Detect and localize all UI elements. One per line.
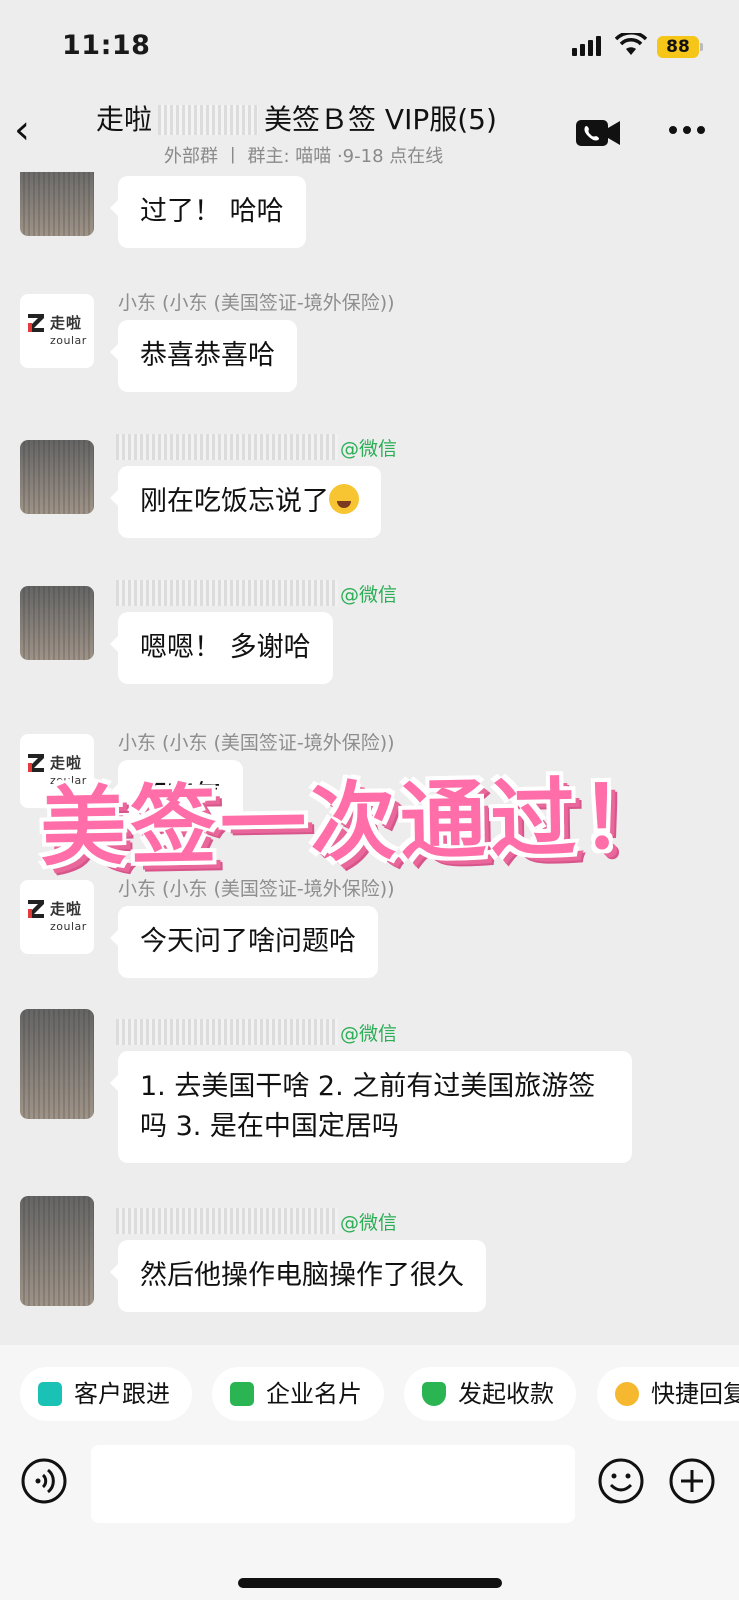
- followup-icon: [38, 1382, 62, 1406]
- message-bubble[interactable]: 嗯嗯！ 多谢哈: [110, 612, 333, 684]
- quick-action-label: 客户跟进: [74, 1380, 170, 1408]
- quick-reply-icon: [615, 1382, 639, 1406]
- chat-header: ‹ 走啦 美签Ｂ签 VIP服(5) 外部群 丨 群主: 喵喵 ·9-18 点在线: [0, 90, 739, 172]
- battery-indicator: 88: [657, 36, 699, 58]
- sender-name: 小东 (小东 (美国签证-境外保险)): [118, 292, 395, 314]
- back-icon[interactable]: ‹: [14, 110, 30, 150]
- avatar[interactable]: 走啦 zoular: [20, 294, 94, 368]
- wechat-tag: @微信: [340, 584, 398, 606]
- home-indicator: [238, 1578, 502, 1588]
- message-bubble[interactable]: 过了！ 哈哈: [110, 176, 306, 248]
- message-bubble[interactable]: 刚在吃饭忘说了: [110, 466, 381, 538]
- message-bubble[interactable]: 恭喜恭喜哈: [110, 320, 297, 392]
- sender-name: 小东 (小东 (美国签证-境外保险)): [118, 732, 395, 754]
- battery-tip: [700, 43, 703, 51]
- quick-action-bar[interactable]: 客户跟进 企业名片 发起收款 快捷回复: [0, 1345, 739, 1435]
- wechat-tag: @微信: [340, 1023, 398, 1045]
- wechat-tag: @微信: [340, 438, 398, 460]
- zoular-logo-icon: [28, 314, 44, 332]
- voice-input-icon[interactable]: [20, 1457, 68, 1505]
- chat-subtitle: 外部群 丨 群主: 喵喵 ·9-18 点在线: [164, 146, 444, 167]
- message-bubble[interactable]: 然后他操作电脑操作了很久: [110, 1240, 486, 1312]
- title-suffix: 美签Ｂ签 VIP服(5): [264, 103, 497, 136]
- status-time: 11:18: [62, 30, 151, 61]
- signal-icon: [572, 36, 601, 56]
- wechat-tag: @微信: [340, 1212, 398, 1234]
- chat-title: 走啦 美签Ｂ签 VIP服(5): [96, 98, 497, 138]
- status-bar: 11:18 88: [0, 0, 739, 90]
- emoji-icon[interactable]: [597, 1457, 645, 1505]
- quick-action-request-payment[interactable]: 发起收款: [404, 1367, 576, 1421]
- input-bar: [0, 1435, 739, 1600]
- quick-action-quick-reply[interactable]: 快捷回复: [597, 1367, 739, 1421]
- zoular-logo-icon: [28, 900, 44, 918]
- quick-action-label: 发起收款: [458, 1380, 554, 1408]
- message-bubble[interactable]: 1. 去美国干啥 2. 之前有过美国旅游签吗 3. 是在中国定居吗: [110, 1051, 632, 1163]
- avatar[interactable]: [20, 1196, 94, 1306]
- avatar[interactable]: [20, 1009, 94, 1119]
- logo-en: zoular: [50, 920, 87, 933]
- plus-icon[interactable]: [668, 1457, 716, 1505]
- laugh-emoji-icon: [329, 484, 359, 514]
- title-redacted: [158, 105, 259, 135]
- message-text: 刚在吃饭忘说了: [140, 486, 329, 517]
- avatar[interactable]: [20, 440, 94, 514]
- avatar[interactable]: 走啦 zoular: [20, 880, 94, 954]
- quick-action-label: 企业名片: [266, 1380, 362, 1408]
- yen-shield-icon: [422, 1382, 446, 1406]
- logo-en: zoular: [50, 334, 87, 347]
- sender-redacted: [116, 434, 338, 460]
- quick-action-customer-followup[interactable]: 客户跟进: [20, 1367, 192, 1421]
- sender-redacted: [116, 1019, 338, 1045]
- sender-redacted: [116, 580, 338, 606]
- quick-action-business-card[interactable]: 企业名片: [212, 1367, 384, 1421]
- logo-cn: 走啦: [50, 314, 83, 332]
- quick-action-label: 快捷回复: [651, 1380, 739, 1408]
- wifi-icon: [615, 33, 647, 55]
- promo-overlay: 美签一次通过！: [39, 767, 671, 879]
- video-call-icon[interactable]: [576, 118, 622, 148]
- business-card-icon: [230, 1382, 254, 1406]
- more-icon[interactable]: [667, 118, 707, 142]
- title-prefix: 走啦: [96, 103, 153, 136]
- message-input[interactable]: [91, 1445, 575, 1523]
- message-bubble[interactable]: 今天问了啥问题哈: [110, 906, 378, 978]
- sender-redacted: [116, 1208, 338, 1234]
- avatar[interactable]: [20, 586, 94, 660]
- avatar[interactable]: [20, 172, 94, 236]
- logo-cn: 走啦: [50, 900, 83, 918]
